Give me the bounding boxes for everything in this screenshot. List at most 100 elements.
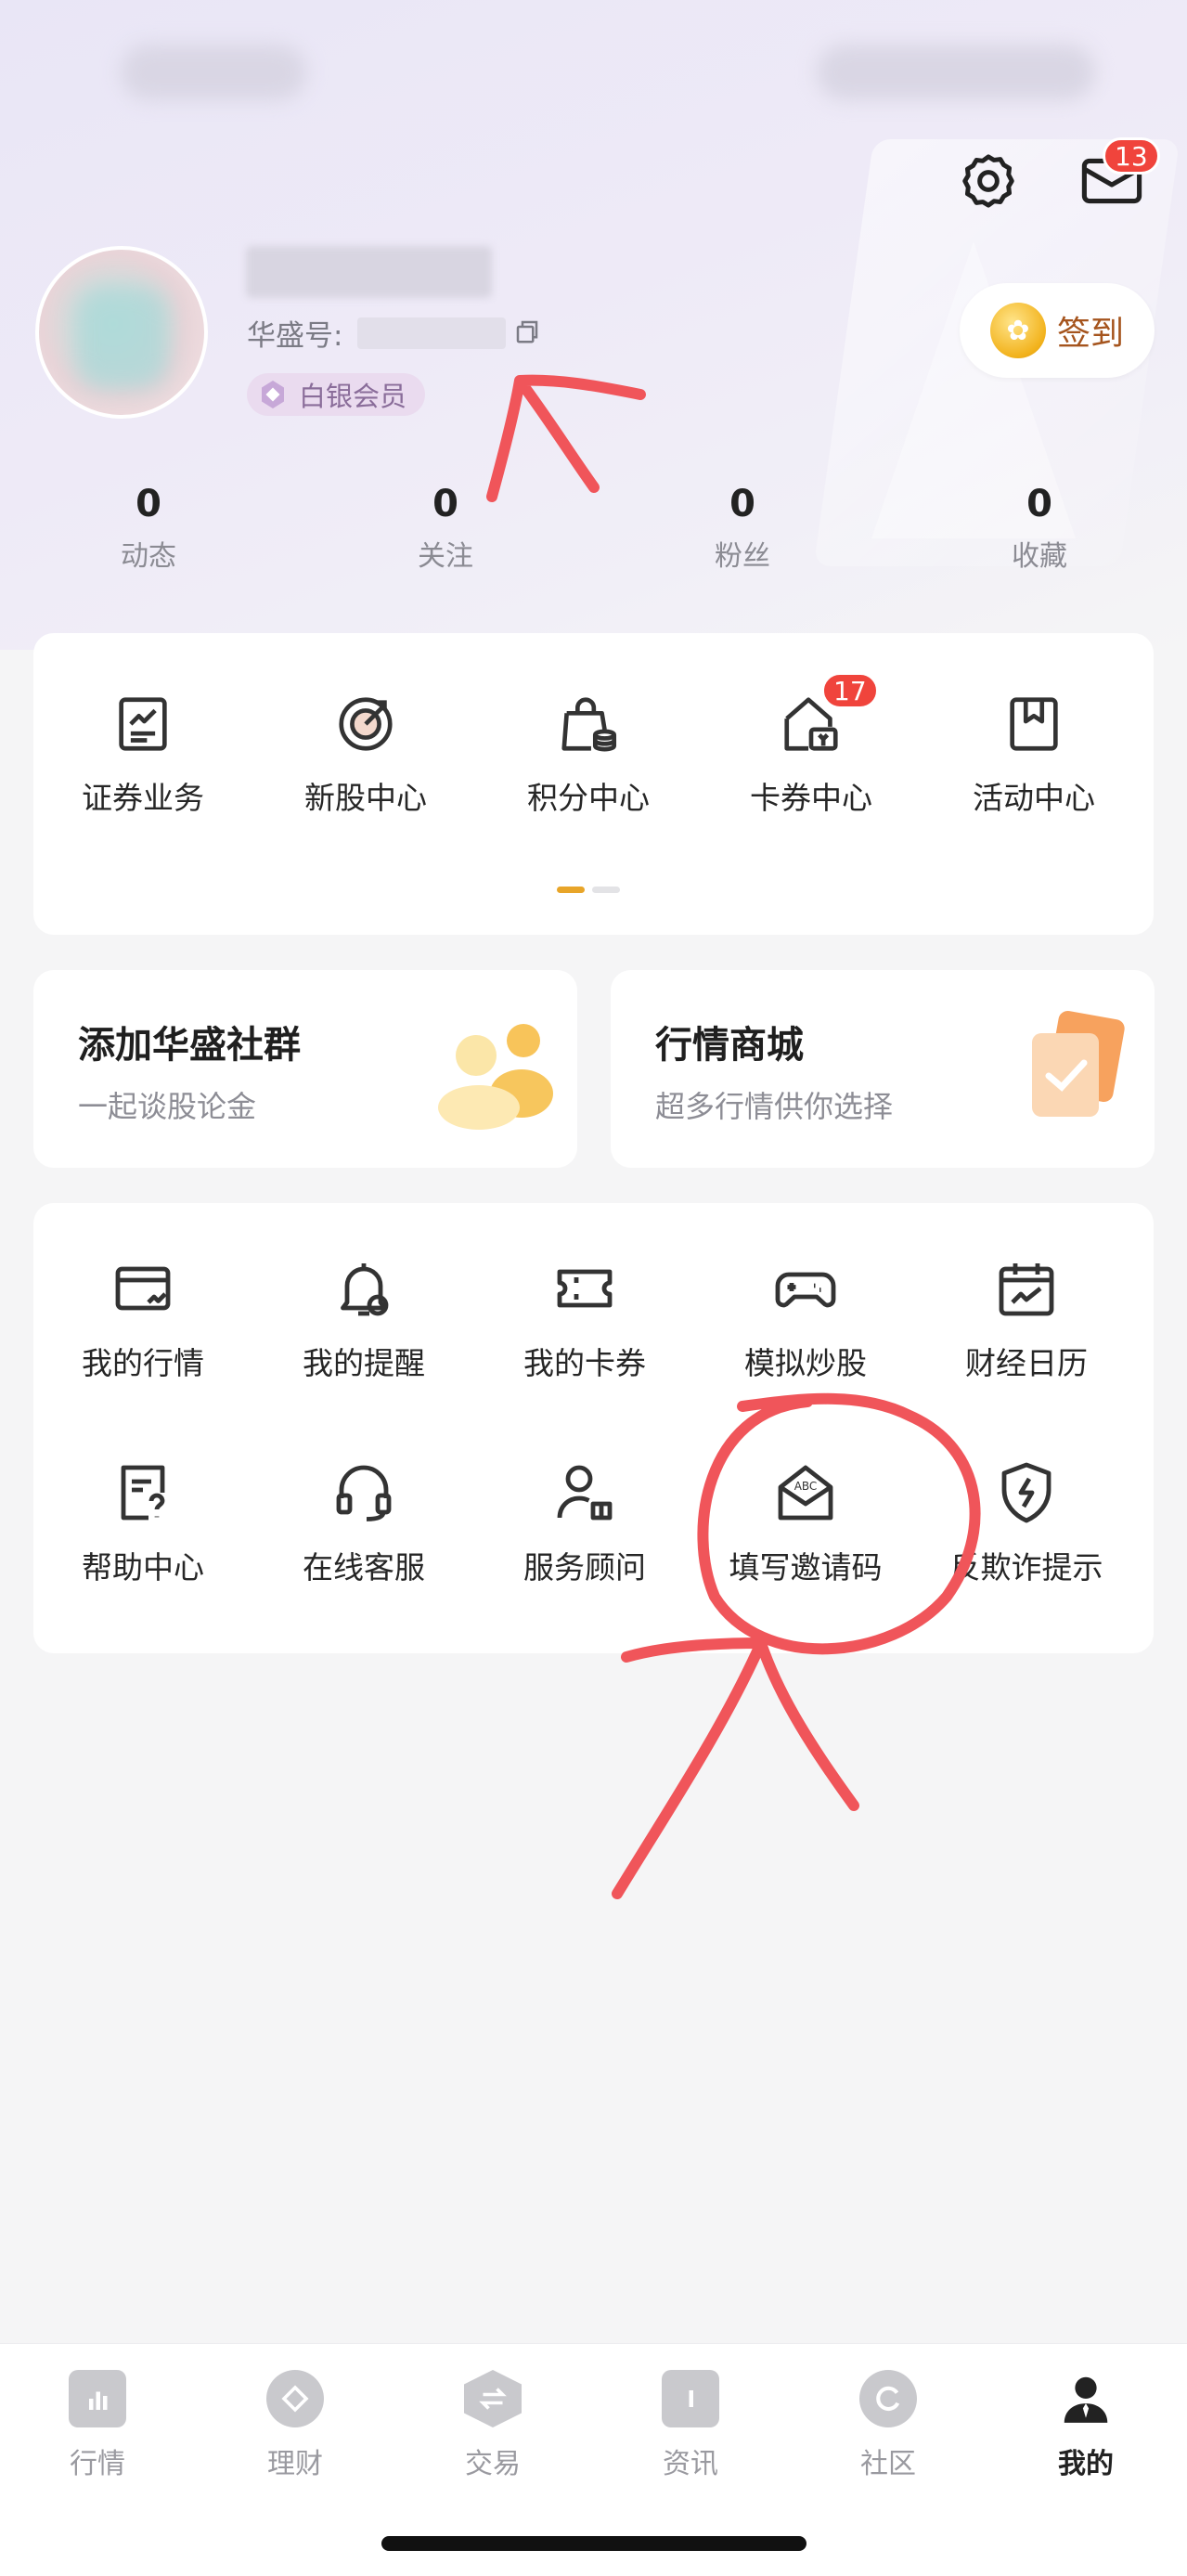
diamond-icon [262, 381, 284, 408]
user-id-value-hidden [357, 317, 506, 349]
market-cards-icon [1032, 1011, 1125, 1117]
profile-tab-icon [1057, 2370, 1115, 2427]
tab-label: 行情 [70, 2448, 125, 2480]
tool-my-reminders[interactable]: 我的提醒 [252, 1255, 475, 1383]
tool-my-coupons[interactable]: 我的卡券 [473, 1255, 696, 1383]
arrow-to-invite-code [612, 1638, 859, 1899]
stat-value: 0 [432, 483, 458, 525]
bell-icon [341, 1263, 389, 1316]
market-card-icon [115, 1266, 171, 1311]
checkin-label: 签到 [1056, 315, 1124, 353]
member-level-badge[interactable]: 白银会员 [247, 373, 426, 416]
mail-badge: 13 [1103, 137, 1160, 175]
tab-label: 理财 [267, 2448, 323, 2480]
service-ipo-center[interactable]: 新股中心 [254, 692, 477, 818]
tool-finance-calendar[interactable]: 财经日历 [915, 1255, 1138, 1383]
stat-label: 收藏 [1012, 540, 1067, 573]
stat-followers[interactable]: 0 粉丝 [659, 483, 826, 574]
pager-dots [557, 887, 620, 893]
bookmark-icon [1010, 697, 1058, 751]
shopping-bag-icon [561, 697, 617, 752]
tool-label: 反欺诈提示 [949, 1549, 1103, 1586]
stat-favorites[interactable]: 0 收藏 [956, 483, 1123, 574]
headset-icon [336, 1465, 392, 1521]
member-level-text: 白银会员 [299, 381, 407, 412]
service-label: 证券业务 [82, 780, 204, 816]
tab-profile[interactable]: 我的 [1016, 2370, 1155, 2481]
stat-posts[interactable]: 0 动态 [65, 483, 232, 574]
service-securities[interactable]: 证券业务 [32, 692, 254, 818]
tab-label: 资讯 [663, 2448, 718, 2480]
status-bar-blurred-right [817, 45, 1095, 100]
gear-icon [962, 154, 1014, 208]
tool-label: 服务顾问 [523, 1549, 646, 1586]
stat-value: 0 [1026, 483, 1052, 525]
tool-label: 我的提醒 [303, 1345, 425, 1381]
invite-envelope-icon: ABC [778, 1465, 833, 1521]
promo-card-market-store[interactable]: 行情商城 超多行情供你选择 [611, 970, 1155, 1168]
promo-card-community[interactable]: 添加华盛社群 一起谈股论金 [33, 970, 577, 1168]
pager-dot-active [557, 887, 585, 893]
tool-label: 在线客服 [303, 1549, 425, 1586]
tab-market[interactable]: 行情 [28, 2370, 167, 2481]
tool-label: 财经日历 [965, 1345, 1088, 1381]
tool-my-market[interactable]: 我的行情 [32, 1255, 254, 1383]
tool-label: 我的行情 [82, 1345, 204, 1381]
tool-label: 填写邀请码 [729, 1549, 883, 1586]
tool-service-advisor[interactable]: 服务顾问 [473, 1459, 696, 1587]
coupon-badge: 17 [821, 672, 879, 709]
service-activity-center[interactable]: 活动中心 [923, 692, 1145, 818]
chart-tab-icon [69, 2370, 126, 2427]
pager-dot [592, 887, 620, 893]
home-indicator [381, 2536, 806, 2551]
target-icon [339, 697, 393, 751]
promo-subtitle: 一起谈股论金 [78, 1089, 257, 1124]
tab-trade[interactable]: 交易 [423, 2370, 562, 2481]
checkin-button[interactable]: ✿ 签到 [960, 283, 1155, 378]
tool-online-support[interactable]: 在线客服 [252, 1459, 475, 1587]
stat-value: 0 [729, 483, 755, 525]
advisor-icon [557, 1465, 613, 1521]
stat-label: 关注 [418, 540, 473, 573]
group-chat-icon [438, 1024, 553, 1130]
stat-label: 粉丝 [715, 540, 770, 573]
news-tab-icon [662, 2370, 719, 2427]
tab-news[interactable]: 资讯 [621, 2370, 760, 2481]
tab-label: 我的 [1058, 2448, 1114, 2480]
gamepad-icon [775, 1272, 836, 1308]
shield-icon [1001, 1462, 1052, 1523]
user-id-label: 华盛号: [247, 319, 343, 353]
tool-label: 帮助中心 [82, 1549, 204, 1586]
tab-community[interactable]: 社区 [819, 2370, 958, 2481]
promo-subtitle: 超多行情供你选择 [655, 1089, 894, 1124]
user-name-blurred [246, 246, 492, 298]
tab-wealth[interactable]: 理财 [226, 2370, 365, 2481]
service-label: 活动中心 [973, 780, 1095, 816]
help-document-icon [121, 1465, 165, 1521]
status-bar-blurred-left [121, 45, 306, 100]
stat-label: 动态 [121, 540, 176, 573]
community-tab-icon [859, 2370, 917, 2427]
tool-help-center[interactable]: 帮助中心 [32, 1459, 254, 1587]
stat-following[interactable]: 0 关注 [362, 483, 529, 574]
stat-value: 0 [135, 483, 161, 525]
diamond-tab-icon [266, 2370, 324, 2427]
coupon-icon [557, 1269, 613, 1308]
tool-label: 模拟炒股 [744, 1345, 867, 1381]
tool-label: 我的卡券 [523, 1345, 646, 1381]
tool-simulated-trading[interactable]: 模拟炒股 [694, 1255, 917, 1383]
tab-label: 交易 [465, 2448, 521, 2480]
service-coupon-center[interactable]: 卡券中心 [700, 692, 923, 818]
tool-anti-fraud-tips[interactable]: 反欺诈提示 [915, 1459, 1138, 1587]
settings-button[interactable] [956, 149, 1021, 214]
document-chart-icon [119, 697, 167, 751]
promo-title: 添加华盛社群 [78, 1024, 301, 1067]
service-label: 积分中心 [527, 780, 650, 816]
service-points-center[interactable]: 积分中心 [477, 692, 700, 818]
tool-enter-invite-code[interactable]: ABC 填写邀请码 [694, 1459, 917, 1587]
promo-title: 行情商城 [655, 1024, 804, 1067]
avatar[interactable] [35, 246, 208, 419]
copy-icon[interactable] [513, 316, 541, 347]
tab-label: 社区 [860, 2448, 916, 2480]
service-label: 新股中心 [304, 780, 427, 816]
